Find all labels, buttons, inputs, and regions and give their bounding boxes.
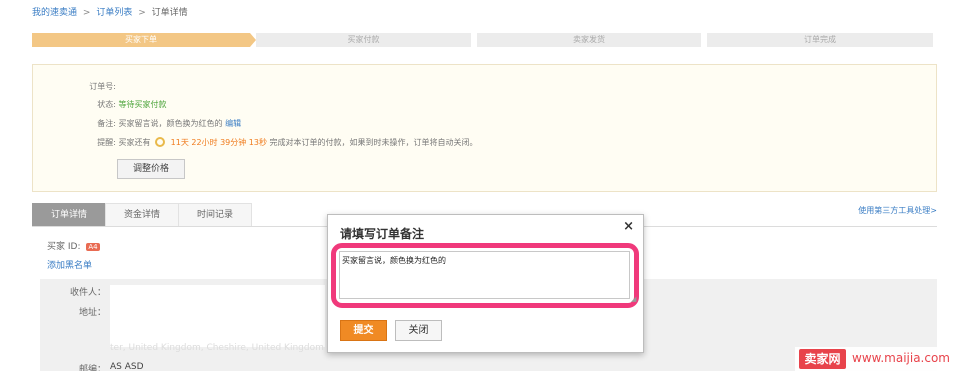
submit-button[interactable]: 提交 [340, 320, 387, 341]
breadcrumb-current: 订单详情 [151, 8, 188, 18]
postal-value: AS ASD [110, 362, 144, 371]
remind-suffix: 完成对本订单的付款，如果到时未操作，订单将自动关闭。 [269, 138, 478, 147]
note-value: 买家留言说，颜色换为红色的 [118, 119, 223, 128]
third-party-tool-link[interactable]: 使用第三方工具处理> [858, 205, 937, 216]
order-note-dialog: 请填写订单备注 × ◢ 提交 关闭 [327, 214, 644, 353]
breadcrumb-home-link[interactable]: 我的速卖通 [32, 8, 77, 18]
resize-grip-icon[interactable]: ◢ [631, 295, 636, 303]
order-number-row: 订单号: [81, 81, 116, 92]
buyer-id-label: 买家 ID: [47, 242, 81, 252]
recipient-label: 收件人： [69, 288, 106, 298]
remind-prefix: 买家还有 [118, 138, 151, 147]
add-blacklist-link[interactable]: 添加黑名单 [47, 258, 92, 271]
close-icon[interactable]: × [623, 219, 634, 234]
watermark-logo: 卖家网 [799, 349, 846, 369]
dialog-title: 请填写订单备注 [340, 227, 425, 241]
order-info-panel: 订单号: 状态: 等待买家付款 备注: 买家留言说，颜色换为红色的 编辑 提醒:… [32, 64, 937, 192]
order-note-textarea[interactable] [339, 251, 630, 299]
address-label: 地址： [78, 308, 106, 318]
close-button[interactable]: 关闭 [395, 320, 442, 341]
note-label: 备注: [97, 119, 116, 128]
breadcrumb-order-list-link[interactable]: 订单列表 [96, 8, 132, 18]
status-value: 等待买家付款 [118, 100, 167, 109]
address-line: ter, United Kingdom, Cheshire, United Ki… [110, 343, 324, 353]
remind-label: 提醒: [97, 138, 116, 147]
note-edit-link[interactable]: 编辑 [225, 119, 241, 128]
remind-row: 提醒: 买家还有 11天 22小时 39分钟 13秒 完成对本订单的付款，如果到… [81, 137, 478, 148]
step-buyer-order: 买家下单 [32, 33, 250, 47]
buyer-level-badge: A4 [86, 243, 100, 251]
order-number-label: 订单号: [89, 82, 116, 91]
tab-fund-details[interactable]: 资金详情 [105, 203, 179, 226]
step-order-complete: 订单完成 [707, 33, 933, 47]
adjust-price-button[interactable]: 调整价格 [117, 159, 185, 179]
payment-countdown: 11天 22小时 39分钟 13秒 [170, 138, 267, 147]
breadcrumb-separator: > [138, 8, 146, 18]
status-label: 状态: [97, 100, 116, 109]
clock-icon [155, 137, 166, 147]
note-row: 备注: 买家留言说，颜色换为红色的 编辑 [81, 118, 241, 129]
address-redacted-area [110, 285, 325, 347]
breadcrumb: 我的速卖通 > 订单列表 > 订单详情 [32, 5, 188, 18]
step-seller-ship: 卖家发货 [477, 33, 701, 47]
step-buyer-pay: 买家付款 [256, 33, 471, 47]
buyer-id-row: 买家 ID: A4 [47, 239, 100, 252]
status-row: 状态: 等待买家付款 [81, 99, 167, 110]
tab-order-details[interactable]: 订单详情 [32, 203, 106, 226]
tab-time-log[interactable]: 时间记录 [178, 203, 252, 226]
site-watermark: 卖家网 www.maijia.com [795, 347, 957, 371]
watermark-url: www.maijia.com [852, 351, 950, 365]
order-progress-steps: 买家下单 买家付款 卖家发货 订单完成 [32, 33, 933, 47]
postal-label: 邮编： [78, 365, 106, 371]
breadcrumb-separator: > [82, 8, 91, 18]
